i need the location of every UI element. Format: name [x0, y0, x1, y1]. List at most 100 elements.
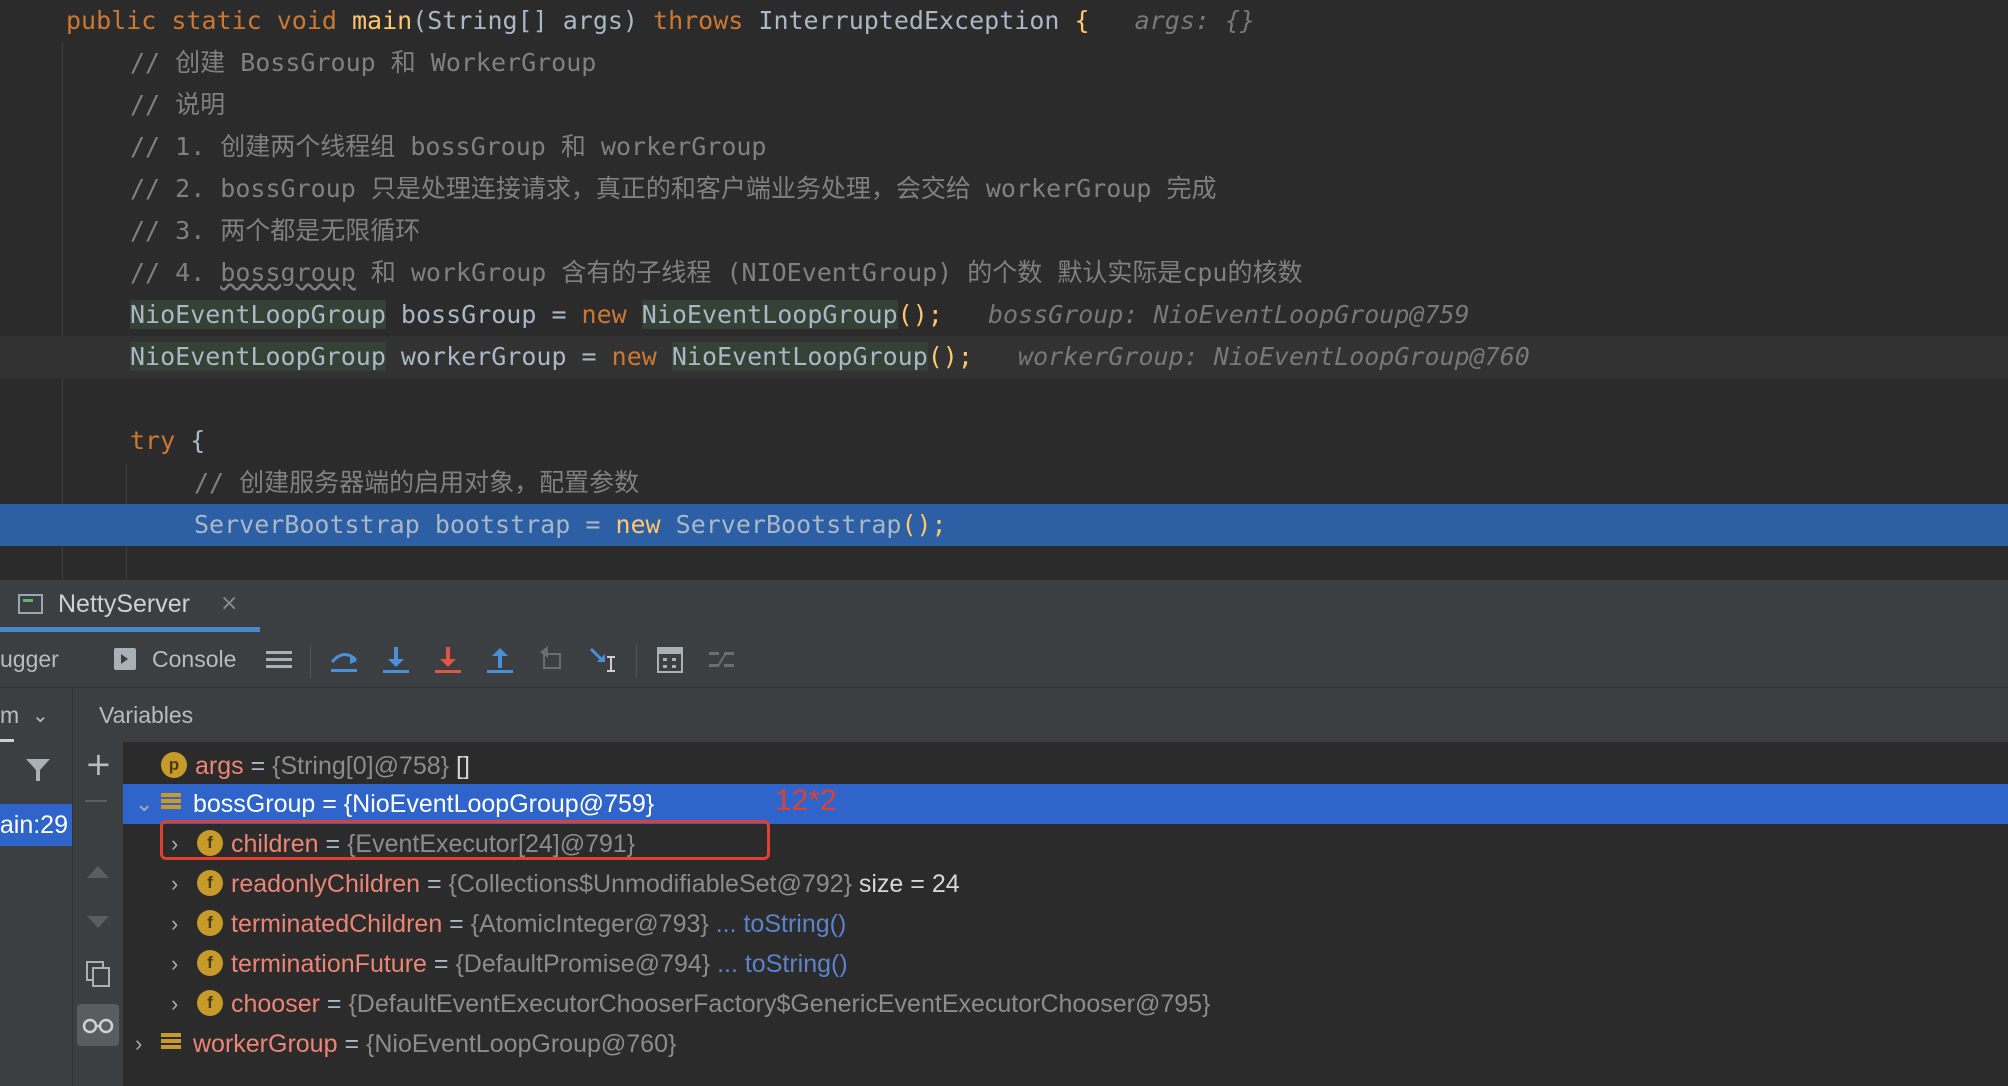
run-config-icon: [18, 594, 43, 614]
code-token: args: {}: [1089, 6, 1256, 35]
filter-icon[interactable]: [24, 756, 52, 784]
code-line-text: // 说明: [130, 84, 225, 126]
variable-content: workerGroup = {NioEventLoopGroup@760}: [161, 1024, 676, 1064]
field-icon: f: [197, 950, 223, 977]
code-line-comment-7[interactable]: // 创建服务器端的启用对象，配置参数: [0, 462, 2008, 504]
variable-name: chooser: [231, 990, 320, 1018]
step-over-icon[interactable]: [328, 644, 360, 676]
remove-watch-icon[interactable]: [85, 800, 107, 802]
tab-nettyserver-label: NettyServer: [58, 590, 190, 618]
expand-chevron-icon[interactable]: ›: [171, 984, 178, 1024]
code-token: // 创建 BossGroup 和 WorkerGroup: [130, 48, 597, 77]
variable-row-workerGroup[interactable]: › workerGroup = {NioEventLoopGroup@760}: [123, 1024, 2008, 1064]
drop-frame-icon[interactable]: [536, 644, 568, 676]
code-line-boss-decl[interactable]: NioEventLoopGroup bossGroup = new NioEve…: [0, 294, 2008, 336]
thread-selector-label[interactable]: m: [0, 688, 19, 742]
code-token: ();: [927, 342, 973, 371]
variable-value: {AtomicInteger@793}: [470, 910, 709, 938]
trace-current-stream-icon[interactable]: [706, 644, 738, 676]
variable-name: args: [195, 752, 244, 780]
glasses-icon: [82, 1018, 114, 1034]
variable-row-terminatedChildren[interactable]: › f terminatedChildren = {AtomicInteger@79…: [123, 904, 2008, 944]
debug-toolbar: ugger Console: [0, 632, 2008, 688]
copy-icon[interactable]: [85, 960, 111, 988]
move-up-icon[interactable]: [85, 862, 111, 882]
code-line-worker-decl[interactable]: NioEventLoopGroup workerGroup = new NioE…: [0, 336, 2008, 378]
variable-name: bossGroup: [193, 790, 316, 818]
code-token: new: [611, 342, 672, 371]
code-line-comment-6[interactable]: // 4. bossgroup 和 workGroup 含有的子线程 (NIOE…: [0, 252, 2008, 294]
collapse-chevron-icon[interactable]: ⌄: [135, 784, 153, 824]
variable-row-readonlyChildren[interactable]: › f readonlyChildren = {Collections$Unmodi…: [123, 864, 2008, 904]
code-line-comment-4[interactable]: // 2. bossGroup 只是处理连接请求，真正的和客户端业务处理，会交给…: [0, 168, 2008, 210]
variable-name: workerGroup: [193, 1030, 338, 1058]
console-label: Console: [152, 646, 237, 672]
variable-row-bossGroup[interactable]: ⌄ bossGroup = {NioEventLoopGroup@759}: [123, 784, 2008, 824]
equals-sign: =: [420, 870, 449, 898]
code-token: throws: [653, 6, 759, 35]
field-icon: f: [197, 870, 223, 897]
equals-sign: =: [426, 950, 456, 978]
code-token: public static void: [66, 6, 352, 35]
force-step-into-icon[interactable]: [432, 644, 464, 676]
variable-name: readonlyChildren: [231, 870, 421, 898]
step-out-icon[interactable]: [484, 644, 516, 676]
code-line-blank-line[interactable]: [0, 378, 2008, 420]
add-watch-icon[interactable]: +: [85, 744, 112, 784]
tostring-link[interactable]: ... toString(): [709, 910, 847, 938]
code-line-comment-5[interactable]: // 3. 两个都是无限循环: [0, 210, 2008, 252]
code-line-comment-2[interactable]: // 说明: [0, 84, 2008, 126]
code-line-bootstrap-line[interactable]: ServerBootstrap bootstrap = new ServerBo…: [0, 504, 2008, 546]
expand-chevron-icon[interactable]: ›: [135, 1024, 142, 1064]
code-token: {: [1074, 6, 1090, 35]
variables-header: Variables: [72, 688, 2008, 742]
variable-row-args[interactable]: p args = {String[0]@758} []: [123, 746, 2008, 786]
code-token: // 说明: [130, 90, 226, 119]
frames-header: m ⌄: [0, 688, 72, 742]
tab-nettyserver[interactable]: NettyServer ×: [0, 580, 260, 632]
equals-sign: =: [442, 910, 471, 938]
frames-layout-icon[interactable]: [263, 644, 295, 676]
code-token: NioEventLoopGroup: [641, 300, 898, 329]
field-icon: f: [197, 990, 223, 1017]
step-into-icon[interactable]: [380, 644, 412, 676]
frame-item-label: ain:29: [0, 811, 68, 839]
code-token: NioEventLoopGroup: [130, 300, 386, 329]
close-tab-icon[interactable]: ×: [220, 580, 238, 628]
tab-debugger[interactable]: ugger: [0, 632, 59, 687]
code-token: ServerBootstrap bootstrap =: [194, 510, 616, 539]
code-token: workerGroup: NioEventLoopGroup@760: [972, 342, 1530, 371]
code-line-try-line[interactable]: try {: [0, 420, 2008, 462]
code-line-comment-3[interactable]: // 1. 创建两个线程组 bossGroup 和 workerGroup: [0, 126, 2008, 168]
expand-chevron-icon[interactable]: ›: [171, 944, 178, 984]
evaluate-expression-icon[interactable]: [654, 644, 686, 676]
code-token: InterruptedException: [758, 6, 1075, 35]
code-line-main-signature[interactable]: public static void main(String[] args) t…: [0, 0, 2008, 42]
code-token: new: [581, 300, 642, 329]
expand-chevron-icon[interactable]: ›: [171, 864, 178, 904]
code-token: // 3. 两个都是无限循环: [130, 216, 421, 245]
code-editor[interactable]: public static void main(String[] args) t…: [0, 0, 2008, 580]
code-token: ServerBootstrap: [675, 510, 902, 539]
code-line-text: // 1. 创建两个线程组 bossGroup 和 workerGroup: [130, 126, 767, 168]
field-icon: f: [197, 910, 223, 937]
run-to-cursor-icon[interactable]: [588, 644, 620, 676]
move-down-icon[interactable]: [85, 912, 111, 932]
tostring-link[interactable]: ... toString(): [710, 950, 848, 978]
code-token: NioEventLoopGroup: [130, 342, 386, 371]
code-token: bossGroup =: [385, 300, 582, 329]
chevron-down-icon[interactable]: ⌄: [32, 688, 49, 742]
code-line-comment-1[interactable]: // 创建 BossGroup 和 WorkerGroup: [0, 42, 2008, 84]
frame-item-main[interactable]: ain:29: [0, 804, 72, 846]
variable-row-terminationFuture[interactable]: › f terminationFuture = {DefaultPromise@79…: [123, 944, 2008, 984]
code-token: // 创建服务器端的启用对象，配置参数: [194, 468, 640, 497]
variable-row-chooser[interactable]: › f chooser = {DefaultEventExecutorChooser…: [123, 984, 2008, 1024]
code-token: main: [351, 6, 413, 35]
expand-chevron-icon[interactable]: ›: [171, 904, 178, 944]
parameter-icon: p: [161, 752, 187, 779]
code-line-text: // 创建服务器端的启用对象，配置参数: [194, 462, 639, 504]
watches-toggle-button[interactable]: [77, 1004, 119, 1046]
variable-content: f chooser = {DefaultEventExecutorChooserF…: [197, 984, 1210, 1024]
code-token: NioEventLoopGroup: [671, 342, 928, 371]
variables-tree: p args = {String[0]@758} [] ⌄ bossGroup = {…: [123, 742, 2008, 1086]
